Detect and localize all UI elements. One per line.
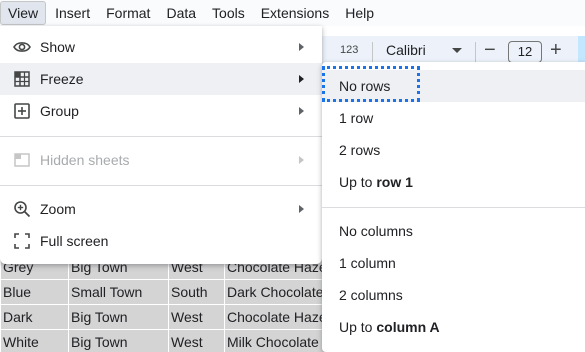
table-row: White Big Town West Milk Chocolate xyxy=(0,329,353,352)
submenu-arrow-icon xyxy=(299,75,304,83)
menu-item-label: Show xyxy=(40,39,76,55)
menu-item-label: Zoom xyxy=(40,201,76,217)
menu-extensions[interactable]: Extensions xyxy=(254,2,336,24)
freeze-grid-icon xyxy=(14,71,30,87)
number-format-button[interactable]: 123 xyxy=(340,44,358,56)
menu-item-zoom[interactable]: Zoom xyxy=(0,193,322,225)
chevron-down-icon xyxy=(452,48,462,53)
submenu-item-2-columns[interactable]: 2 columns xyxy=(322,279,585,311)
submenu-item-label: Up to column A xyxy=(339,319,440,335)
submenu-arrow-icon xyxy=(299,43,304,51)
submenu-item-label: Up to row 1 xyxy=(339,174,413,190)
up-to-row-value: row 1 xyxy=(376,174,413,190)
up-to-column-value: column A xyxy=(376,319,440,335)
submenu-item-label: No columns xyxy=(339,223,413,239)
table-row: Blue Small Town South Dark Chocolate xyxy=(0,279,353,305)
menu-item-label: Full screen xyxy=(40,233,109,249)
group-plus-box-icon xyxy=(14,103,30,119)
fullscreen-icon xyxy=(14,233,30,249)
toolbar-divider xyxy=(475,42,476,62)
font-size-input[interactable]: 12 xyxy=(508,41,542,63)
menu-tools[interactable]: Tools xyxy=(205,2,252,24)
menu-item-label: Freeze xyxy=(40,71,84,87)
submenu-item-label: 1 column xyxy=(339,255,396,271)
cell[interactable]: Big Town xyxy=(68,329,169,352)
menu-item-label: Group xyxy=(40,103,79,119)
cell[interactable]: West xyxy=(168,304,225,330)
submenu-item-2-rows[interactable]: 2 rows xyxy=(322,134,585,166)
cell[interactable]: Blue xyxy=(0,279,69,305)
cell[interactable]: Small Town xyxy=(68,279,169,305)
menu-item-label: Hidden sheets xyxy=(40,152,130,168)
submenu-arrow-icon xyxy=(299,107,304,115)
menu-view[interactable]: View xyxy=(0,1,47,25)
menu-insert[interactable]: Insert xyxy=(48,2,97,24)
menu-item-full-screen[interactable]: Full screen xyxy=(0,225,322,257)
menu-data[interactable]: Data xyxy=(159,2,203,24)
submenu-item-label: 2 columns xyxy=(339,287,403,303)
decrease-font-size-button[interactable]: − xyxy=(484,39,496,62)
submenu-item-no-columns[interactable]: No columns xyxy=(322,215,585,247)
menu-item-hidden-sheets: Hidden sheets xyxy=(0,144,322,176)
submenu-item-1-column[interactable]: 1 column xyxy=(322,247,585,279)
cell[interactable]: Dark xyxy=(0,304,69,330)
submenu-divider xyxy=(322,207,585,208)
menu-item-freeze[interactable]: Freeze xyxy=(0,63,322,95)
cell[interactable]: South xyxy=(168,279,225,305)
zoom-in-icon xyxy=(14,201,31,218)
sheet-grid: Grey Big Town West Chocolate Hazelnut Bl… xyxy=(0,254,353,352)
cell[interactable]: West xyxy=(168,329,225,352)
view-menu: Show Freeze Group Hidden sheets Zoom Ful… xyxy=(0,26,322,264)
table-row: Dark Big Town West Chocolate Hazelnut xyxy=(0,304,353,330)
cell[interactable]: Big Town xyxy=(68,304,169,330)
increase-font-size-button[interactable]: + xyxy=(550,39,562,62)
up-to-prefix: Up to xyxy=(339,319,377,335)
hidden-sheet-icon xyxy=(14,153,30,167)
submenu-arrow-icon xyxy=(299,205,304,213)
toolbar-divider xyxy=(372,42,373,62)
submenu-arrow-icon xyxy=(299,156,304,164)
eye-icon xyxy=(13,42,31,52)
up-to-prefix: Up to xyxy=(339,174,377,190)
submenu-item-label: No rows xyxy=(339,78,391,94)
menu-item-group[interactable]: Group xyxy=(0,95,322,127)
freeze-submenu: No rows 1 row 2 rows Up to row 1 No colu… xyxy=(322,62,585,352)
menu-format[interactable]: Format xyxy=(99,2,157,24)
submenu-item-up-to-row[interactable]: Up to row 1 xyxy=(322,166,585,198)
font-family-select[interactable]: Calibri xyxy=(386,42,426,58)
cell[interactable]: White xyxy=(0,329,69,352)
menu-bar: View Insert Format Data Tools Extensions… xyxy=(0,0,585,26)
submenu-item-up-to-column[interactable]: Up to column A xyxy=(322,311,585,343)
menu-divider xyxy=(0,136,322,137)
submenu-item-no-rows[interactable]: No rows xyxy=(322,66,585,102)
submenu-item-1-row[interactable]: 1 row xyxy=(322,102,585,134)
submenu-item-label: 2 rows xyxy=(339,142,381,158)
menu-divider xyxy=(0,185,322,186)
submenu-item-label: 1 row xyxy=(339,110,374,126)
menu-item-show[interactable]: Show xyxy=(0,31,322,63)
menu-help[interactable]: Help xyxy=(338,2,381,24)
